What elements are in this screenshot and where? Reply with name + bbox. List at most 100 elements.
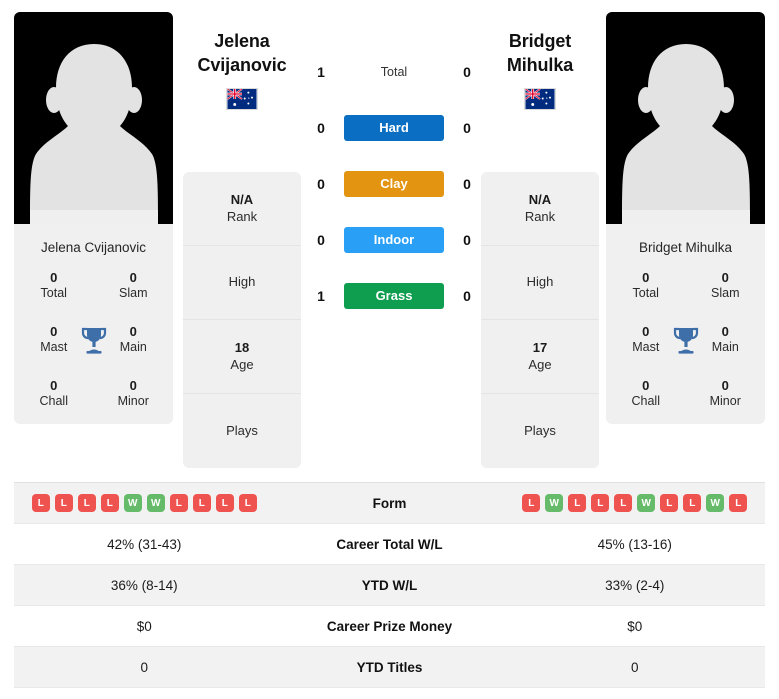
form-chip-loss[interactable]: L [215, 494, 234, 512]
surface-score-left-grass: 1 [317, 288, 325, 304]
form-chip-win[interactable]: W [637, 494, 656, 512]
australia-flag-icon [524, 87, 556, 110]
form-chip-loss[interactable]: L [683, 494, 702, 512]
titles-slam-left: 0 Slam [94, 270, 174, 302]
player-card-name-right: Bridget Mihulka [638, 240, 733, 255]
table-row: 42% (31-43) Career Total W/L 45% (13-16) [14, 524, 765, 565]
table-row: $0 Career Prize Money $0 [14, 606, 765, 647]
form-chip-win[interactable]: W [706, 494, 725, 512]
surface-row-indoor: 0 Indoor 0 [310, 226, 478, 254]
titles-minor-left: 0 Minor [94, 378, 174, 410]
titles-minor-right: 0 Minor [686, 378, 766, 410]
player-last-name-right: Mihulka [506, 54, 574, 75]
info-plays-left: Plays [183, 394, 301, 468]
player-card-name-left: Jelena Cvijanovic [40, 240, 147, 255]
info-age-value-right: 17 [532, 339, 548, 355]
surface-score-right-clay: 0 [463, 176, 471, 192]
player-titles-card-left: Jelena Cvijanovic 0 Total 0 Slam 0 Mast … [14, 224, 173, 424]
player-header-right: Bridget Mihulka [465, 30, 615, 110]
table-row: 36% (8-14) YTD W/L 33% (2-4) [14, 565, 765, 606]
titles-chall-right: 0 Chall [606, 378, 686, 410]
surface-badge-grass[interactable]: Grass [344, 283, 444, 309]
comparison-table: L L L L W W L L L L Form L W L L L W L L W L 42% (31-43) Caree… [14, 482, 765, 688]
form-chip-loss[interactable]: L [238, 494, 257, 512]
form-chip-loss[interactable]: L [31, 494, 50, 512]
titles-total-left: 0 Total [14, 270, 94, 302]
titles-slam-label-right: Slam [711, 286, 740, 301]
info-age-right: 17 Age [481, 320, 599, 394]
titles-total-value-left: 0 [50, 270, 58, 286]
info-rank-left: N/A Rank [183, 172, 301, 246]
trophy-icon [673, 327, 698, 354]
titles-minor-label-right: Minor [709, 394, 741, 409]
info-age-left: 18 Age [183, 320, 301, 394]
form-chip-loss[interactable]: L [192, 494, 211, 512]
info-high-left: High [183, 246, 301, 320]
cmp-cell-right: LWLLLWLLWL [505, 494, 766, 512]
player-silhouette-icon [29, 44, 158, 224]
player-titles-card-right: Bridget Mihulka 0 Total 0 Slam 0 Mast 0 … [606, 224, 765, 424]
surface-score-right-total: 0 [463, 64, 471, 80]
titles-total-label-left: Total [40, 286, 67, 301]
form-chip-win[interactable]: W [146, 494, 165, 512]
surface-score-right-grass: 0 [463, 288, 471, 304]
surface-badge-hard[interactable]: Hard [344, 115, 444, 141]
titles-chall-label-right: Chall [631, 394, 661, 409]
form-chip-loss[interactable]: L [169, 494, 188, 512]
form-chip-win[interactable]: W [545, 494, 564, 512]
cmp-row-label: Career Total W/L [336, 536, 443, 552]
info-age-label-left: Age [230, 356, 254, 372]
info-age-value-left: 18 [234, 339, 250, 355]
info-rank-right: N/A Rank [481, 172, 599, 246]
form-chip-loss[interactable]: L [568, 494, 587, 512]
titles-grid-left: 0 Total 0 Slam 0 Mast 0 Main 0 Chall 0 M… [14, 270, 173, 410]
cmp-cell-right: $0 [627, 618, 643, 634]
form-strip-left: LLLLWWLLLL [31, 494, 257, 512]
surface-score-left-clay: 0 [317, 176, 325, 192]
player-photo-left [14, 12, 173, 224]
titles-total-value-right: 0 [642, 270, 650, 286]
cmp-row-label: YTD Titles [356, 659, 423, 675]
info-plays-right: Plays [481, 394, 599, 468]
form-chip-loss[interactable]: L [54, 494, 73, 512]
titles-grid-right: 0 Total 0 Slam 0 Mast 0 Main 0 Chall 0 M… [606, 270, 765, 410]
titles-slam-label-left: Slam [119, 286, 148, 301]
player-photo-right [606, 12, 765, 224]
form-chip-loss[interactable]: L [591, 494, 610, 512]
info-rank-label-right: Rank [524, 208, 556, 224]
titles-minor-value-left: 0 [129, 377, 137, 393]
player-header-left: Jelena Cvijanovic [167, 30, 317, 110]
cmp-cell-left: 0 [140, 659, 148, 675]
player-info-card-left: N/A Rank High 18 Age Plays [183, 172, 301, 468]
surface-score-right-hard: 0 [463, 120, 471, 136]
form-chip-loss[interactable]: L [522, 494, 541, 512]
surface-score-stack: 1 Total 0 0 Hard 0 0 Clay 0 0 Indoor 0 1 Grass 0 [310, 58, 478, 310]
player-silhouette-icon [621, 44, 750, 224]
cmp-cell-left: $0 [136, 618, 152, 634]
titles-chall-left: 0 Chall [14, 378, 94, 410]
info-high-label-right: High [526, 274, 554, 290]
form-chip-loss[interactable]: L [729, 494, 748, 512]
form-chip-loss[interactable]: L [77, 494, 96, 512]
titles-chall-value-left: 0 [50, 377, 58, 393]
surface-badge-indoor[interactable]: Indoor [344, 227, 444, 253]
form-chip-loss[interactable]: L [614, 494, 633, 512]
surface-badge-clay[interactable]: Clay [344, 171, 444, 197]
trophy-icon [81, 327, 106, 354]
cmp-cell-right: 0 [630, 659, 639, 675]
form-strip-right: LWLLLWLLWL [522, 494, 748, 512]
form-chip-win[interactable]: W [123, 494, 142, 512]
surface-score-right-indoor: 0 [463, 232, 471, 248]
titles-minor-label-left: Minor [117, 394, 149, 409]
player-first-name-right: Bridget [508, 31, 572, 51]
cmp-cell-left: 42% (31-43) [107, 536, 182, 552]
titles-minor-value-right: 0 [721, 377, 729, 393]
info-high-label-left: High [228, 274, 256, 290]
form-chip-loss[interactable]: L [660, 494, 679, 512]
table-row: L L L L W W L L L L Form L W L L L W L L W L [14, 483, 765, 524]
table-row: 0 YTD Titles 0 [14, 647, 765, 688]
surface-row-hard: 0 Hard 0 [310, 114, 478, 142]
cmp-cell-left: LLLLWWLLLL [14, 494, 275, 512]
titles-slam-right: 0 Slam [686, 270, 766, 302]
form-chip-loss[interactable]: L [100, 494, 119, 512]
